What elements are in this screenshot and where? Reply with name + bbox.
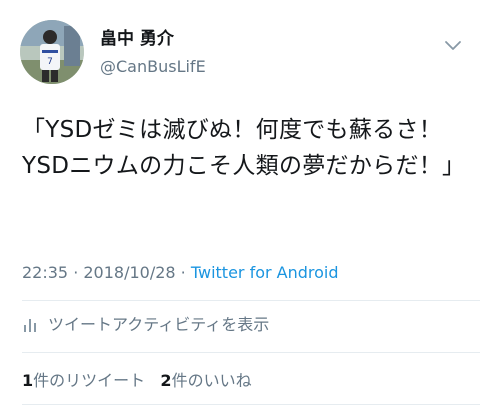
avatar-image: 7 [20, 20, 84, 84]
chevron-down-icon[interactable] [442, 34, 464, 56]
avatar[interactable]: 7 [20, 20, 84, 84]
display-name[interactable]: 畠中 勇介 [100, 28, 206, 50]
retweets-label: 件のリツイート [33, 371, 146, 390]
activity-label: ツイートアクティビティを表示 [48, 315, 270, 334]
tweet-date[interactable]: 2018/10/28 [83, 263, 175, 282]
meta-separator-2: · [175, 263, 191, 282]
user-handle[interactable]: @CanBusLifE [100, 56, 206, 78]
divider [22, 300, 480, 301]
tweet-source-link[interactable]: Twitter for Android [191, 263, 339, 282]
likes-label: 件のいいね [171, 371, 252, 390]
retweets-count: 1 [22, 371, 34, 390]
tweet-activity-link[interactable]: ツイートアクティビティを表示 [22, 313, 269, 337]
tweet-stats: 1件のリツイート 2件のいいね [22, 370, 252, 392]
tweet-time[interactable]: 22:35 [22, 263, 68, 282]
tweet-header: 7 畠中 勇介 @CanBusLifE [20, 20, 468, 90]
tweet-meta: 22:35 · 2018/10/28 · Twitter for Android [22, 262, 339, 284]
user-names: 畠中 勇介 @CanBusLifE [100, 28, 206, 78]
svg-text:7: 7 [47, 57, 53, 67]
likes-stat[interactable]: 2件のいいね [160, 371, 251, 390]
retweets-stat[interactable]: 1件のリツイート [22, 371, 145, 390]
likes-count: 2 [160, 371, 172, 390]
divider [22, 404, 480, 405]
bar-chart-icon [24, 319, 36, 332]
meta-separator: · [68, 263, 84, 282]
tweet-text: 「YSDゼミは滅びぬ！何度でも蘇るさ！YSDニウムの力こそ人類の夢だからだ！」 [22, 117, 466, 179]
divider [22, 352, 480, 353]
